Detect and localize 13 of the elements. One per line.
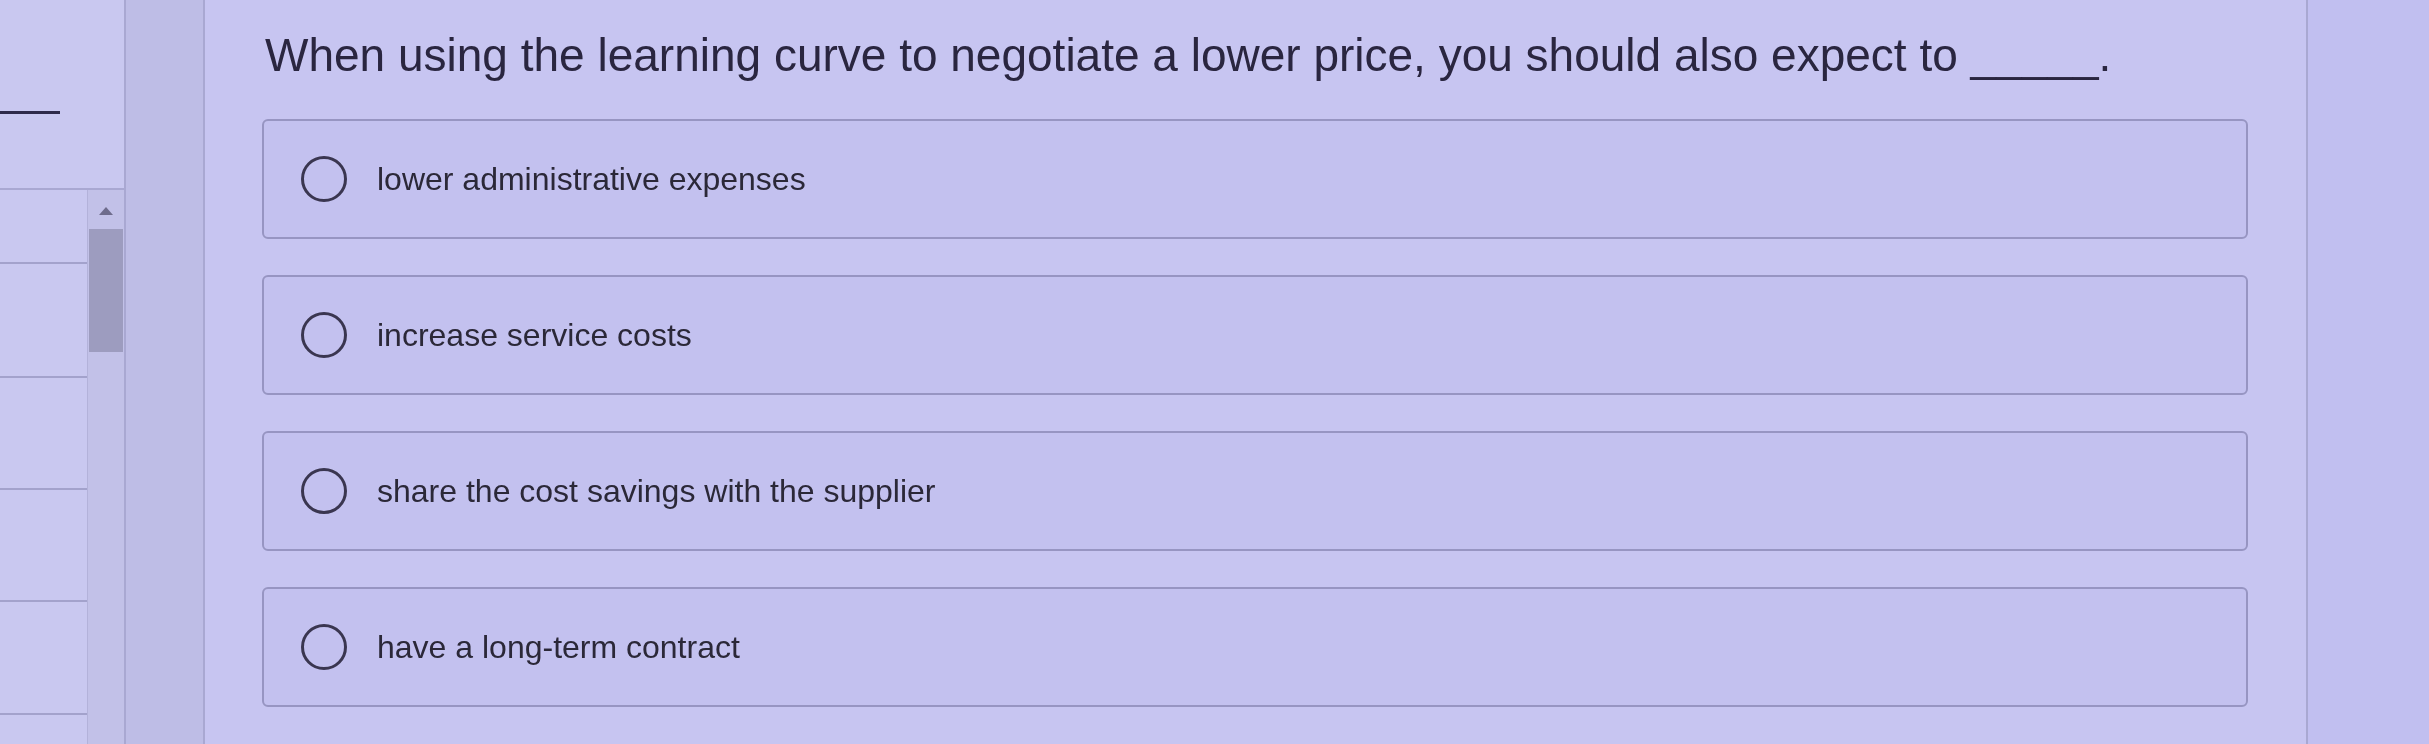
question-text: When using the learning curve to negotiate a lower price, you should also expect to _____. bbox=[264, 28, 2113, 83]
dash-line bbox=[0, 111, 60, 114]
answer-option[interactable]: lower administrative expenses bbox=[262, 119, 2248, 239]
answer-option[interactable]: increase service costs bbox=[262, 275, 2248, 395]
radio-icon[interactable] bbox=[301, 624, 347, 670]
scroll-up-icon[interactable] bbox=[99, 207, 113, 215]
answer-option[interactable]: have a long-term contract bbox=[262, 587, 2248, 707]
radio-icon[interactable] bbox=[301, 312, 347, 358]
scrollbar-track[interactable] bbox=[87, 190, 124, 744]
radio-icon[interactable] bbox=[301, 468, 347, 514]
radio-icon[interactable] bbox=[301, 156, 347, 202]
scrollbar-thumb[interactable] bbox=[89, 229, 123, 352]
answer-option[interactable]: share the cost savings with the supplier bbox=[262, 431, 2248, 551]
